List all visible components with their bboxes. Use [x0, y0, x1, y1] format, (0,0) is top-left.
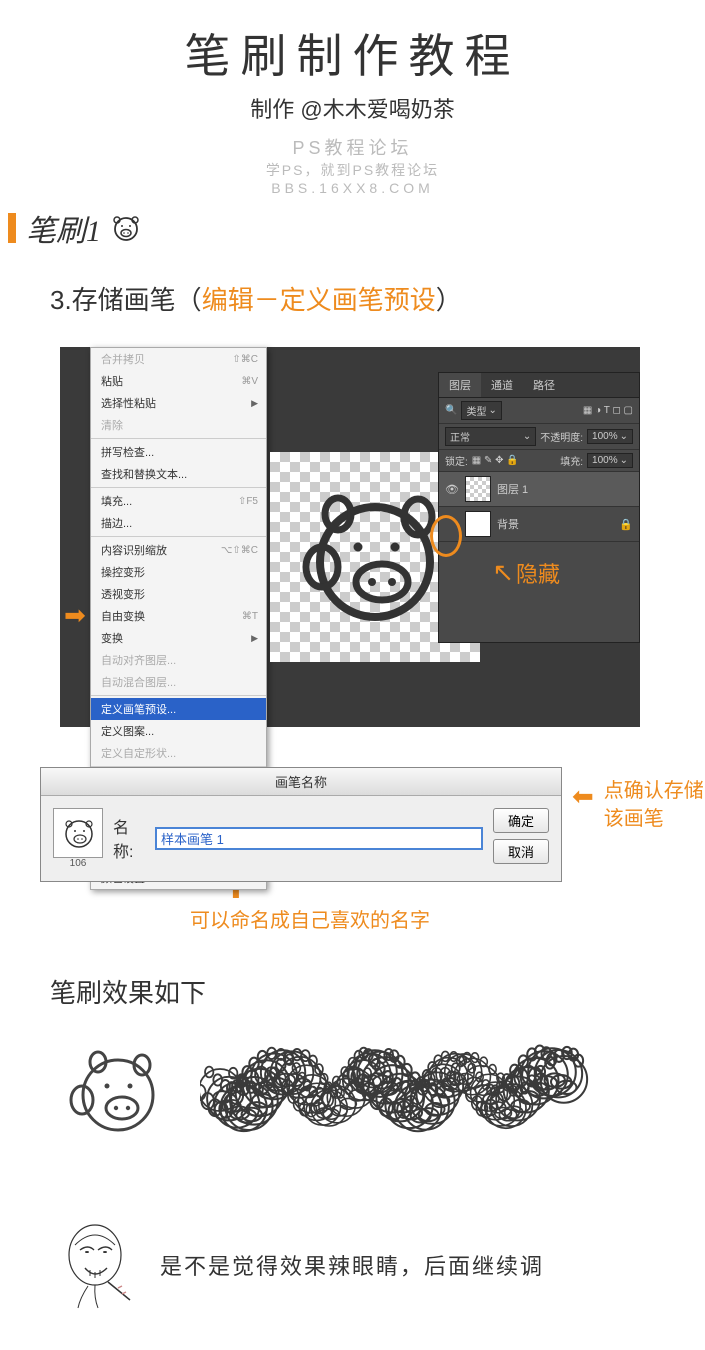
arrow-up-icon: ⬆	[225, 882, 562, 898]
step-prefix: 3.存储画笔（	[50, 285, 202, 315]
section-title-text: 笔刷1	[26, 206, 101, 250]
ok-button[interactable]: 确定	[493, 808, 549, 833]
layers-panel: 图层 通道 路径 🔍类型 ⌄ ▦ ◑ T ◻ ▢ 正常 ⌄ 不透明度: 100%…	[438, 372, 640, 643]
layer-kind-dropdown[interactable]: 类型 ⌄	[461, 401, 501, 420]
layer-thumb	[465, 511, 491, 537]
pig-drawing-icon	[290, 472, 460, 642]
step-title: 3.存储画笔（编辑－定义画笔预设）	[0, 250, 705, 327]
layer-name: 图层 1	[497, 481, 528, 497]
tab-channels[interactable]: 通道	[481, 373, 523, 397]
arrow-right-icon: ➡	[64, 600, 86, 631]
pig-sample-icon	[60, 1040, 170, 1140]
menu-item-stroke[interactable]: 描边...	[91, 512, 266, 534]
watermark-line3: BBS.16XX8.COM	[0, 180, 705, 196]
hide-annotation: ↖隐藏	[492, 557, 560, 589]
menu-item-spellcheck[interactable]: 拼写检查...	[91, 441, 266, 463]
menu-item-paste-special[interactable]: 选择性粘贴▶	[91, 392, 266, 414]
tab-paths[interactable]: 路径	[523, 373, 565, 397]
menu-item-clear[interactable]: 清除	[91, 414, 266, 436]
layer-name: 背景	[497, 516, 519, 532]
effect-title: 笔刷效果如下	[50, 973, 705, 1010]
fill-value[interactable]: 100% ⌄	[587, 453, 633, 468]
tab-layers[interactable]: 图层	[439, 373, 481, 397]
arrow-left-icon: ⬅	[572, 781, 594, 812]
menu-item-define-shape[interactable]: 定义自定形状...	[91, 742, 266, 764]
pig-icon	[109, 213, 143, 243]
brush-stroke-effect	[200, 1030, 590, 1150]
brush-name-input[interactable]	[155, 827, 483, 850]
step-highlight: 编辑－定义画笔预设	[202, 285, 436, 315]
menu-item-transform[interactable]: 变换▶	[91, 627, 266, 649]
menu-item-define-pattern[interactable]: 定义图案...	[91, 720, 266, 742]
watermark-line1: PS教程论坛	[0, 134, 705, 160]
menu-item-puppet-warp[interactable]: 操控变形	[91, 561, 266, 583]
step-suffix: ）	[436, 285, 462, 315]
confirm-annotation: 点确认存储该画笔	[604, 777, 705, 833]
menu-item-define-brush-preset[interactable]: 定义画笔预设...	[91, 698, 266, 720]
name-label: 名称:	[113, 814, 149, 862]
layer-item-bg[interactable]: 背景 🔒	[439, 507, 639, 542]
menu-item-findreplace[interactable]: 查找和替换文本...	[91, 463, 266, 485]
menu-item-fill[interactable]: 填充...⇧F5	[91, 490, 266, 512]
lock-icon: 🔒	[619, 518, 633, 531]
effect-row	[60, 1030, 705, 1150]
layer-item-1[interactable]: 👁 图层 1	[439, 472, 639, 507]
opacity-label: 不透明度:	[540, 429, 583, 444]
menu-item-paste[interactable]: 粘贴⌘V	[91, 370, 266, 392]
preview-size-label: 106	[53, 858, 103, 869]
rename-annotation: 可以命名成自己喜欢的名字	[190, 904, 562, 933]
brush-preview: 106	[53, 808, 103, 869]
footer-text: 是不是觉得效果辣眼睛，后面继续调	[160, 1249, 544, 1281]
section-title: 笔刷1	[0, 206, 705, 250]
menu-item-perspective-warp[interactable]: 透视变形	[91, 583, 266, 605]
layer-thumb	[465, 476, 491, 502]
section-title-bar	[8, 213, 16, 243]
menu-item-free-transform[interactable]: 自由变换⌘T	[91, 605, 266, 627]
page-title: 笔刷制作教程	[0, 20, 705, 86]
fill-label: 填充:	[560, 453, 583, 468]
menu-item-auto-blend[interactable]: 自动混合图层...	[91, 671, 266, 693]
opacity-value[interactable]: 100% ⌄	[587, 429, 633, 444]
brush-name-dialog: 画笔名称 106	[40, 767, 562, 882]
menu-item-auto-align[interactable]: 自动对齐图层...	[91, 649, 266, 671]
menu-item-copy-merged[interactable]: 合并拷贝⇧⌘C	[91, 348, 266, 370]
lock-label: 锁定:	[445, 453, 468, 468]
eye-icon[interactable]: 👁	[445, 483, 459, 496]
screenshot-composite: ➡ 合并拷贝⇧⌘C 粘贴⌘V 选择性粘贴▶ 清除 拼写检查... 查找和替换文本…	[60, 347, 640, 727]
blend-mode-dropdown[interactable]: 正常 ⌄	[445, 427, 536, 446]
menu-item-content-aware-scale[interactable]: 内容识别缩放⌥⇧⌘C	[91, 539, 266, 561]
meme-face-icon	[60, 1220, 140, 1310]
dialog-title: 画笔名称	[41, 768, 561, 796]
watermark-line2: 学PS，就到PS教程论坛	[0, 160, 705, 180]
page-subtitle: 制作 @木木爱喝奶茶	[0, 92, 705, 124]
cancel-button[interactable]: 取消	[493, 839, 549, 864]
